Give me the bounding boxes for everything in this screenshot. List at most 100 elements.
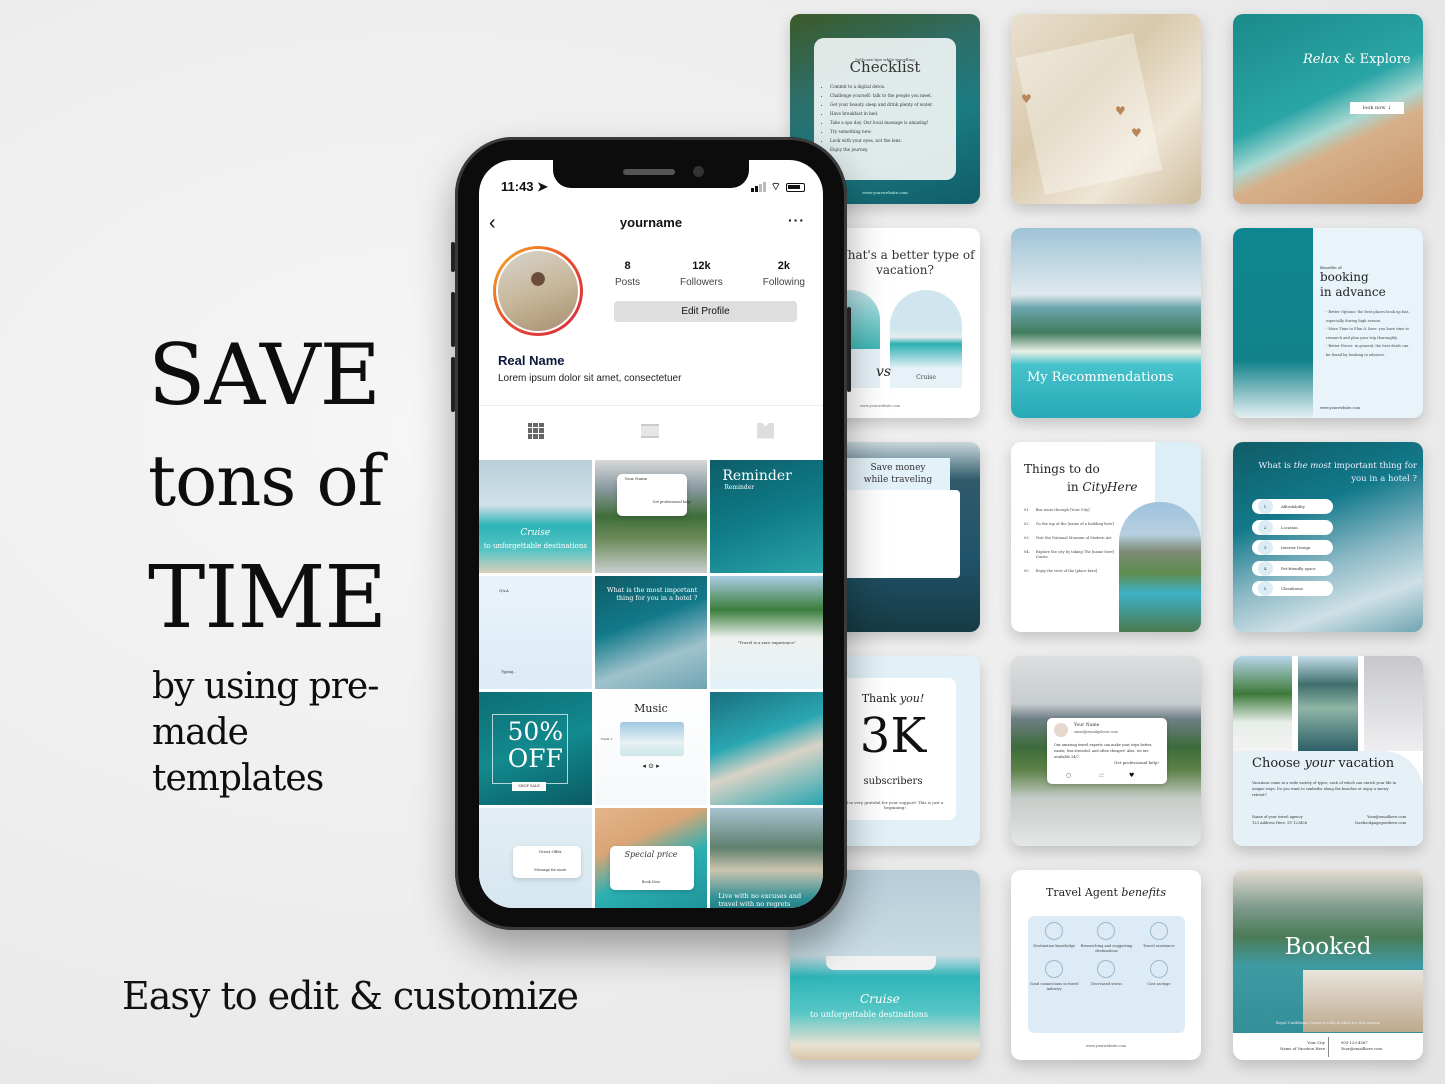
hotel-option[interactable]: 4. Pet-friendly space — [1252, 560, 1333, 576]
tile-things-to-do: Things to do in CityHere 01. Bus tours th… — [1011, 442, 1201, 632]
checklist-item: Try something new. — [830, 127, 950, 136]
profile-tabs — [479, 405, 823, 455]
post-thumbnail[interactable]: Reminder Reminder — [710, 460, 823, 573]
more-dots-icon[interactable]: ··· — [788, 212, 805, 228]
brain-icon — [1045, 922, 1064, 940]
benefit-item: Decreased stress — [1080, 960, 1132, 992]
avatar[interactable] — [493, 246, 583, 336]
hotel-option[interactable]: 3. Interior Design — [1252, 540, 1333, 555]
post-thumbnail[interactable]: Special price Book Now — [594, 808, 708, 908]
relax-icon — [1097, 960, 1116, 978]
hotel-option[interactable]: 2. Location — [1252, 519, 1333, 535]
option-number: 1. — [1258, 499, 1273, 514]
things-item: 05. Enjoy the view of the [place here] — [1024, 569, 1119, 574]
look-now-button[interactable]: look now ↓ — [1350, 102, 1404, 114]
checklist-item: Commit to a digital detox. — [830, 82, 950, 91]
tile-map-hearts: ♥ ♥ ♥ — [1011, 14, 1201, 204]
hotel-options: 1. Affordability 2. Location 3. Interior Desi… — [1252, 499, 1333, 602]
heart-icon: ♥ — [1115, 104, 1126, 118]
benefit-item: Travel assistance — [1133, 922, 1185, 954]
things-item-number: 05. — [1024, 569, 1030, 573]
post-thumbnail[interactable]: Live with no excuses and travel with no … — [710, 808, 823, 908]
post-thumbnail[interactable]: What is the most important thing for you… — [594, 576, 708, 689]
post-thumbnail[interactable]: Your Name Get professional help! — [594, 460, 708, 573]
hero-subtitle: by using pre-made templates — [152, 666, 379, 799]
checklist-item: Challenge yourself: talk to the people y… — [830, 91, 950, 100]
post-title: "Travel is a rare experience" — [737, 640, 796, 645]
option-label: Interior Design — [1281, 545, 1311, 550]
post-subtitle: SHOP SALE — [512, 782, 546, 791]
post-thumbnail[interactable] — [710, 692, 823, 805]
stat-posts[interactable]: 8 Posts — [615, 260, 640, 290]
option-number: 3. — [1258, 540, 1273, 555]
post-thumbnail[interactable]: Music Track 1 ◂ ⊙ ▸ — [594, 692, 708, 805]
post-subtitle: Reminder — [724, 484, 755, 491]
post-thumbnail[interactable]: 50% OFF SHOP SALE — [479, 692, 592, 805]
camera-icon — [693, 166, 704, 177]
post-subtitle: Message for more — [534, 868, 567, 872]
hero-save: SAVE — [148, 326, 381, 424]
things-item-number: 02. — [1024, 522, 1030, 526]
heart-icon[interactable]: ♥ — [1129, 772, 1134, 779]
post-title: Great Offer — [538, 849, 562, 854]
option-label: Affordability — [1281, 504, 1305, 509]
option-label: Location — [1281, 524, 1298, 530]
checklist-item: Have breakfast in bed. — [830, 109, 950, 118]
stat-following[interactable]: 2k Following — [763, 260, 805, 290]
username: yourname — [619, 215, 683, 230]
post-thumbnail[interactable]: Great Offer Message for more — [479, 808, 592, 908]
stat-followers[interactable]: 12k Followers — [680, 260, 723, 290]
booking-item: - More Time to Plan & Save: you have tim… — [1326, 327, 1410, 340]
option-label: Pet-friendly space — [1281, 565, 1316, 571]
post-title: What is the most important thing for you… — [606, 586, 698, 602]
profile-header: ‹ yourname ··· — [479, 212, 823, 234]
post-subtitle: Typing... — [501, 670, 517, 674]
edit-profile-button[interactable]: Edit Profile — [614, 301, 797, 322]
comment-icon[interactable]: ○ — [1066, 772, 1071, 779]
money-bag-icon — [1149, 960, 1168, 978]
heart-icon: ♥ — [1131, 126, 1142, 140]
post-thumbnail[interactable]: "Travel is a rare experience" — [710, 576, 823, 689]
hero-time: TIME — [148, 548, 387, 648]
hotel-option[interactable]: 1. Affordability — [1252, 499, 1333, 514]
music-cover — [619, 722, 684, 756]
benefit-item: Good connections in travel industry — [1028, 960, 1080, 992]
checklist-items: Commit to a digital detox.Challenge your… — [830, 82, 950, 154]
benefit-label: Destination knowledge — [1033, 944, 1076, 948]
things-item-text: Bus tours through [Your City] — [1035, 508, 1090, 512]
post-thumbnail[interactable]: Q&A Typing... — [479, 576, 592, 689]
post-subtitle: to unforgettable destinations — [483, 542, 587, 550]
play-controls-icon[interactable]: ◂ ⊙ ▸ — [595, 762, 708, 770]
handshake-icon — [1045, 960, 1064, 978]
option-number: 2. — [1258, 519, 1273, 535]
checklist-item: Look with your eyes, not the lens. — [830, 136, 950, 145]
feed-icon[interactable] — [641, 423, 660, 438]
tile-booked: Booked Royal Caribbean Cruise is fully b… — [1233, 870, 1423, 1060]
post-subtitle: Get professional help! — [652, 500, 692, 504]
benefit-label: Good connections in travel industry — [1029, 982, 1079, 991]
things-item: 02. Go the top of the [name of a building… — [1024, 522, 1119, 527]
things-item: 01. Bus tours through [Your City] — [1024, 508, 1119, 513]
tile-agent-benefits: Travel Agent benefits Destination knowle… — [1011, 870, 1201, 1060]
battery-icon — [786, 182, 805, 192]
tile-choose-vacation: Choose your vacation Vacations come in a… — [1233, 656, 1423, 846]
things-item-number: 03. — [1024, 536, 1030, 540]
things-item: 04. Explore the city by taking The [name … — [1024, 550, 1119, 560]
tile-hotel-poll: What is the most important thing for you… — [1233, 442, 1423, 632]
hotel-option[interactable]: 5. Cleanliness — [1252, 581, 1333, 596]
post-title: Q&A — [499, 588, 509, 593]
post-title: Your Name — [624, 476, 648, 481]
grid-icon[interactable] — [527, 422, 544, 439]
hero-footer: Easy to edit & customize — [122, 974, 579, 1018]
tile-booking-advance: Benefits of booking in advance - Better … — [1233, 228, 1423, 418]
booking-item: - Better Options: the best places book u… — [1326, 310, 1410, 323]
benefit-label: Decreased stress — [1090, 982, 1123, 986]
checklist-item: Enjoy the journey. — [830, 145, 950, 154]
phone-call-icon — [1149, 922, 1168, 940]
tile-social-post: Your Name email@emailgohere.com Our amaz… — [1011, 656, 1201, 846]
post-title: Reminder — [722, 468, 792, 484]
post-thumbnail[interactable]: Cruise to unforgettable destinations — [479, 460, 592, 573]
real-name: Real Name — [498, 353, 565, 368]
tagged-icon[interactable] — [757, 422, 775, 439]
repost-icon[interactable]: ⇄ — [1099, 772, 1104, 779]
